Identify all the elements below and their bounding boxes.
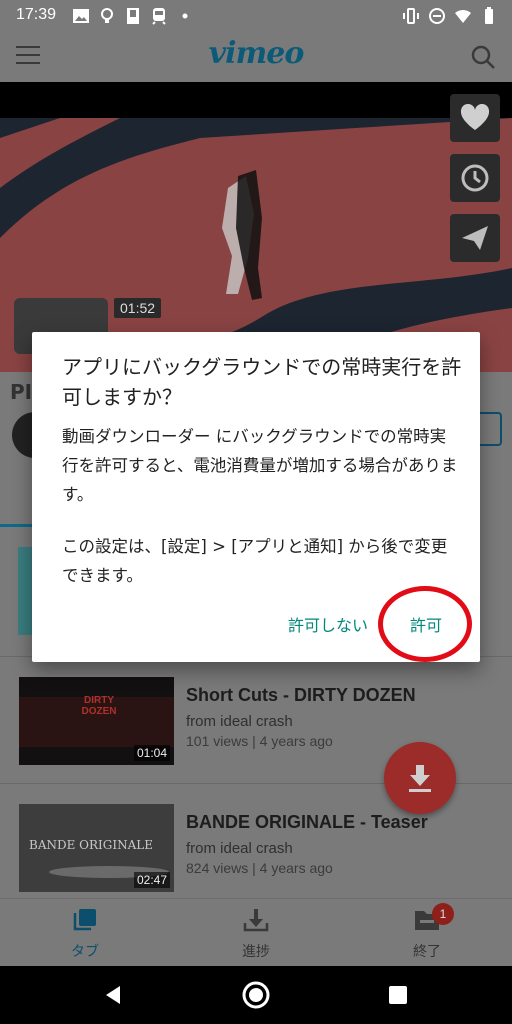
video-title: BANDE ORIGINALE - Teaser [186, 812, 428, 832]
video-player[interactable]: 01:52 [0, 82, 512, 372]
download-icon [409, 765, 431, 792]
share-button[interactable] [450, 214, 500, 262]
nav-tab-finished[interactable]: 1 終了 [382, 903, 472, 961]
system-status-icons [402, 7, 498, 25]
train-icon [152, 8, 166, 25]
bulb-icon [101, 8, 113, 23]
video-author: from ideal crash [186, 840, 293, 857]
watch-later-button[interactable] [450, 154, 500, 202]
nav-label-tabs: タブ [71, 944, 99, 960]
wifi-icon [455, 9, 471, 23]
video-letterbox [0, 82, 512, 118]
dialog-message: 動画ダウンローダー にバックグラウンドでの常時実行を許可すると、電池消費量が増加… [62, 427, 458, 504]
status-bar: 17:39 [0, 0, 512, 32]
video-author: from ideal crash [186, 713, 293, 730]
status-time: 17:39 [16, 6, 57, 23]
clock-icon [461, 164, 489, 192]
video-meta: 824 views | 4 years ago [186, 860, 333, 876]
thumbnail-duration: 01:04 [133, 745, 170, 761]
battery-icon [485, 7, 493, 24]
notification-icons [72, 7, 194, 25]
thumbnail-text: BANDE ORIGINALE [29, 838, 154, 852]
nav-tab-tabs[interactable]: タブ [40, 907, 130, 961]
book-icon [127, 8, 139, 24]
download-fab[interactable] [384, 742, 456, 814]
thumbnail-duration: 02:47 [133, 872, 170, 888]
search-icon[interactable] [470, 44, 496, 70]
system-nav-bar [0, 966, 512, 1024]
video-thumbnail[interactable]: BANDE ORIGINALE 02:47 [19, 804, 174, 892]
vibrate-icon [403, 8, 419, 24]
dot-icon [182, 13, 188, 19]
tabs-icon [73, 909, 96, 931]
video-duration: 01:52 [114, 298, 162, 318]
page-title: PI [10, 380, 33, 404]
nav-label-progress: 進捗 [242, 944, 270, 960]
like-button[interactable] [450, 94, 500, 142]
dnd-icon [429, 8, 445, 24]
notification-badge: 1 [432, 903, 454, 925]
heart-icon [460, 104, 490, 130]
dialog-settings-note: この設定は、[設定] > [アプリと通知] から後で変更できます。 [62, 537, 448, 585]
send-icon [462, 226, 488, 250]
nav-tab-progress[interactable]: 進捗 [211, 907, 301, 961]
video-title: Short Cuts - DIRTY DOZEN [186, 685, 416, 705]
video-meta: 101 views | 4 years ago [186, 733, 333, 749]
nav-label-finished: 終了 [413, 944, 441, 960]
bottom-nav: タブ 進捗 1 終了 [0, 898, 512, 966]
vimeo-logo: vimeo [208, 36, 305, 71]
image-icon [73, 9, 89, 23]
video-thumbnail[interactable]: DIRTY DOZEN 01:04 [19, 677, 174, 765]
recents-icon[interactable] [388, 985, 408, 1005]
home-icon[interactable] [241, 980, 271, 1010]
app-bar: vimeo [0, 32, 512, 82]
download-progress-icon [243, 909, 269, 932]
deny-button[interactable]: 許可しない [288, 612, 368, 636]
dialog-title: アプリにバックグラウンドでの常時実行を許可しますか？ [62, 355, 462, 409]
highlight-ring [378, 586, 472, 662]
back-icon[interactable] [102, 984, 124, 1006]
thumbnail-text: DIRTY DOZEN [81, 695, 117, 717]
menu-icon[interactable] [16, 46, 40, 66]
